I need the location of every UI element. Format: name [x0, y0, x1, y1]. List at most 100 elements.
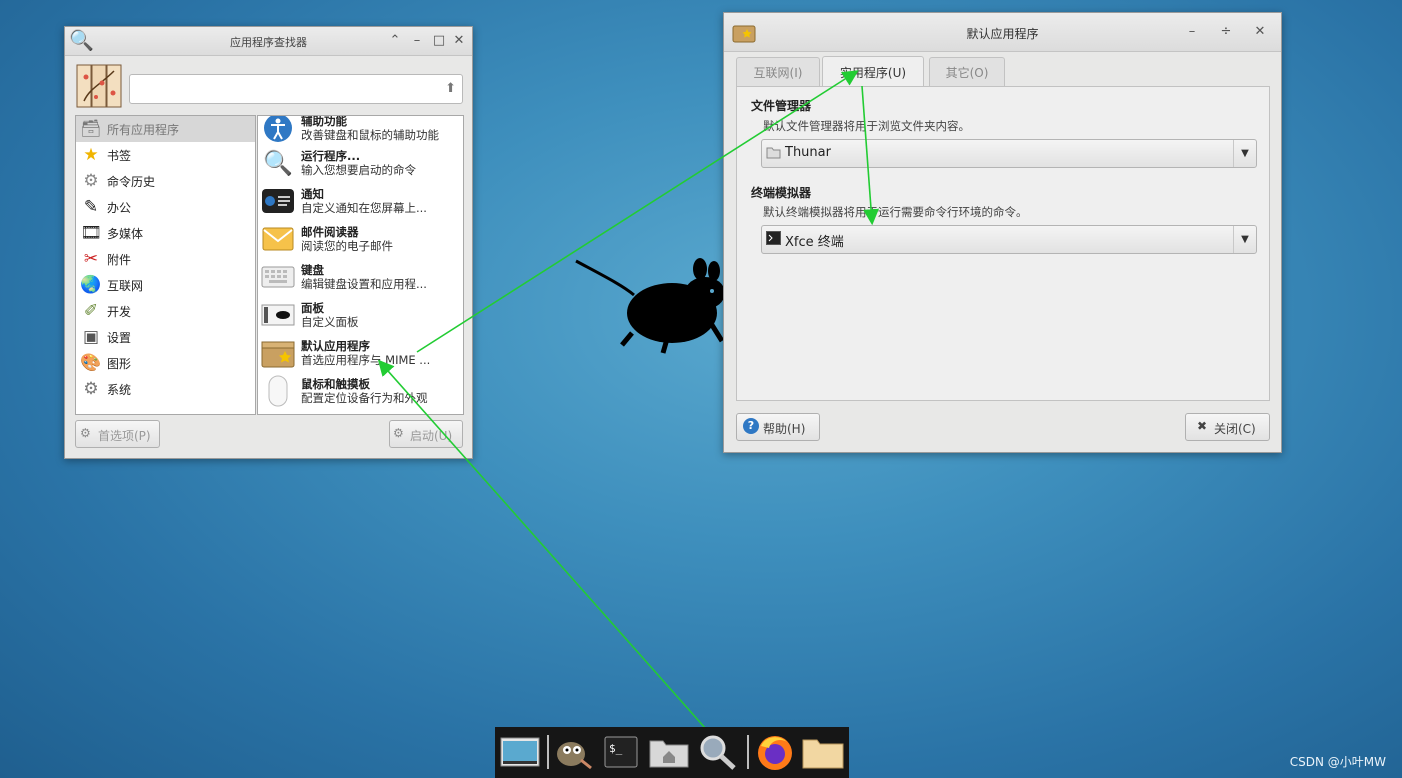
- settings-icon: ▣: [82, 327, 100, 347]
- close-icon[interactable]: ✕: [450, 32, 468, 50]
- dock-item-app-finder[interactable]: [696, 732, 740, 772]
- help-button[interactable]: ? 帮助(H): [736, 413, 820, 441]
- chevron-down-icon[interactable]: ▼: [1233, 140, 1256, 167]
- utilities-panel: 文件管理器 默认文件管理器将用于浏览文件夹内容。 Thunar ▼ 终端模拟器 …: [736, 86, 1270, 401]
- app-finder-logo: [76, 64, 122, 108]
- app-name: 通知: [301, 187, 324, 201]
- maximize-icon[interactable]: □: [430, 32, 448, 50]
- dock-item-firefox[interactable]: [753, 732, 797, 772]
- dock-item-gimp[interactable]: [551, 732, 595, 772]
- app-item-accessibility[interactable]: 辅助功能 改善键盘和鼠标的辅助功能: [258, 116, 463, 145]
- help-icon: ?: [743, 418, 759, 434]
- app-item-keyboard[interactable]: 键盘 编辑键盘设置和应用程...: [258, 258, 463, 296]
- all-apps-icon: 🗃: [80, 119, 102, 139]
- terminal-value: Xfce 终端: [785, 235, 844, 250]
- firefox-icon: [758, 736, 792, 770]
- app-finder-window: 🔍 应用程序查找器 ⌃ – □ ✕ ⬆ 🗃 所有应用程序 ★ 书签 ⚙ 命令历史 ✎ 办…: [64, 26, 473, 459]
- terminal-description: 默认终端模拟器将用于运行需要命令行环境的命令。: [763, 205, 1028, 219]
- category-label: 设置: [107, 330, 132, 345]
- dock-item-files[interactable]: [801, 732, 845, 772]
- shade-icon[interactable]: ⌃: [386, 32, 404, 50]
- terminal-icon: [766, 231, 781, 245]
- mail-icon: [260, 222, 296, 256]
- multimedia-icon: 🎞: [80, 223, 102, 243]
- category-item-all[interactable]: 🗃 所有应用程序: [76, 116, 255, 142]
- default-apps-titlebar: 默认应用程序 – ÷ ✕: [724, 13, 1281, 52]
- category-label: 图形: [107, 356, 132, 371]
- app-name: 运行程序...: [301, 149, 361, 163]
- launch-button[interactable]: ⚙ 启动(U): [389, 420, 463, 448]
- category-item-development[interactable]: ✐ 开发: [76, 298, 255, 324]
- dock-separator: [747, 735, 749, 769]
- app-desc: 输入您想要启动的命令: [301, 163, 416, 177]
- category-label: 命令历史: [107, 174, 156, 189]
- app-item-run-program[interactable]: 🔍 运行程序... 输入您想要启动的命令: [258, 144, 463, 182]
- file-manager-select[interactable]: Thunar ▼: [761, 139, 1257, 168]
- category-item-history[interactable]: ⚙ 命令历史: [76, 168, 255, 194]
- folder-icon: [802, 739, 844, 769]
- category-item-accessories[interactable]: ✂ 附件: [76, 246, 255, 272]
- app-name: 默认应用程序: [301, 339, 370, 353]
- app-name: 邮件阅读器: [301, 225, 359, 239]
- category-label: 办公: [107, 200, 132, 215]
- terminal-select[interactable]: Xfce 终端 ▼: [761, 225, 1257, 254]
- category-label: 多媒体: [107, 226, 144, 241]
- dock-item-desktop[interactable]: [498, 732, 542, 772]
- preferences-button[interactable]: ⚙ 首选项(P): [75, 420, 160, 448]
- app-item-mail-reader[interactable]: 邮件阅读器 阅读您的电子邮件: [258, 220, 463, 258]
- gear-icon: ⚙: [80, 426, 91, 440]
- help-label: 帮助(H): [763, 422, 806, 436]
- search-input[interactable]: ⬆: [129, 74, 463, 104]
- category-item-internet[interactable]: 🌏 互联网: [76, 272, 255, 298]
- minimize-icon[interactable]: –: [1183, 23, 1201, 41]
- desktop-icon: [500, 737, 540, 767]
- app-desc: 改善键盘和鼠标的辅助功能: [301, 128, 439, 142]
- application-list: 辅助功能 改善键盘和鼠标的辅助功能 🔍 运行程序... 输入您想要启动的命令 通知自…: [257, 115, 464, 415]
- app-item-notifications[interactable]: 通知 自定义通知在您屏幕上...: [258, 182, 463, 220]
- terminal-heading: 终端模拟器: [751, 186, 812, 200]
- close-icon[interactable]: ✕: [1251, 23, 1269, 41]
- launch-label: 启动(U): [410, 429, 453, 443]
- category-item-bookmarks[interactable]: ★ 书签: [76, 142, 255, 168]
- file-manager-heading: 文件管理器: [751, 99, 812, 113]
- chevron-down-icon[interactable]: ▼: [1233, 226, 1256, 253]
- dock: $_: [495, 727, 849, 778]
- close-label: 关闭(C): [1214, 422, 1256, 436]
- category-item-system[interactable]: ⚙ 系统: [76, 376, 255, 402]
- app-desc: 编辑键盘设置和应用程...: [301, 277, 427, 291]
- tab-utilities[interactable]: 实用程序(U): [822, 56, 924, 87]
- watermark: CSDN @小叶MW: [1289, 755, 1386, 769]
- tab-internet[interactable]: 互联网(I): [736, 57, 820, 86]
- app-desc: 自定义面板: [301, 315, 359, 329]
- globe-icon: 🌏: [80, 275, 102, 295]
- app-item-mouse-touchpad[interactable]: 鼠标和触摸板 配置定位设备行为和外观: [258, 372, 463, 410]
- category-item-settings[interactable]: ▣ 设置: [76, 324, 255, 350]
- launch-icon: ⚙: [393, 426, 404, 440]
- minimize-icon[interactable]: –: [408, 32, 426, 50]
- expand-arrow-icon[interactable]: ⬆: [445, 81, 456, 96]
- office-icon: ✎: [83, 197, 99, 217]
- category-label: 互联网: [107, 278, 144, 293]
- category-item-multimedia[interactable]: 🎞 多媒体: [76, 220, 255, 246]
- close-icon: ✖: [1197, 419, 1208, 433]
- dock-item-terminal[interactable]: $_: [599, 732, 643, 772]
- development-icon: ✐: [83, 301, 99, 321]
- close-button[interactable]: ✖ 关闭(C): [1185, 413, 1270, 441]
- category-label: 所有应用程序: [107, 122, 180, 137]
- tab-other[interactable]: 其它(O): [929, 57, 1005, 86]
- accessibility-icon: [260, 116, 296, 145]
- app-item-panel[interactable]: 面板 自定义面板: [258, 296, 463, 334]
- default-apps-icon: [260, 336, 296, 370]
- tab-label: 互联网(I): [753, 65, 803, 80]
- maximize-icon[interactable]: ÷: [1217, 23, 1235, 41]
- accessories-icon: ✂: [83, 249, 99, 269]
- dock-item-home-folder[interactable]: [647, 732, 691, 772]
- terminal-icon: $_: [604, 736, 638, 768]
- category-item-office[interactable]: ✎ 办公: [76, 194, 255, 220]
- app-desc: 自定义通知在您屏幕上...: [301, 201, 427, 215]
- magnifier-icon: [700, 735, 736, 770]
- category-item-graphics[interactable]: 🎨 图形: [76, 350, 255, 376]
- folder-icon: [766, 147, 781, 159]
- app-item-default-applications[interactable]: 默认应用程序 首选应用程序与 MIME ...: [258, 334, 463, 372]
- panel-icon: [260, 298, 296, 332]
